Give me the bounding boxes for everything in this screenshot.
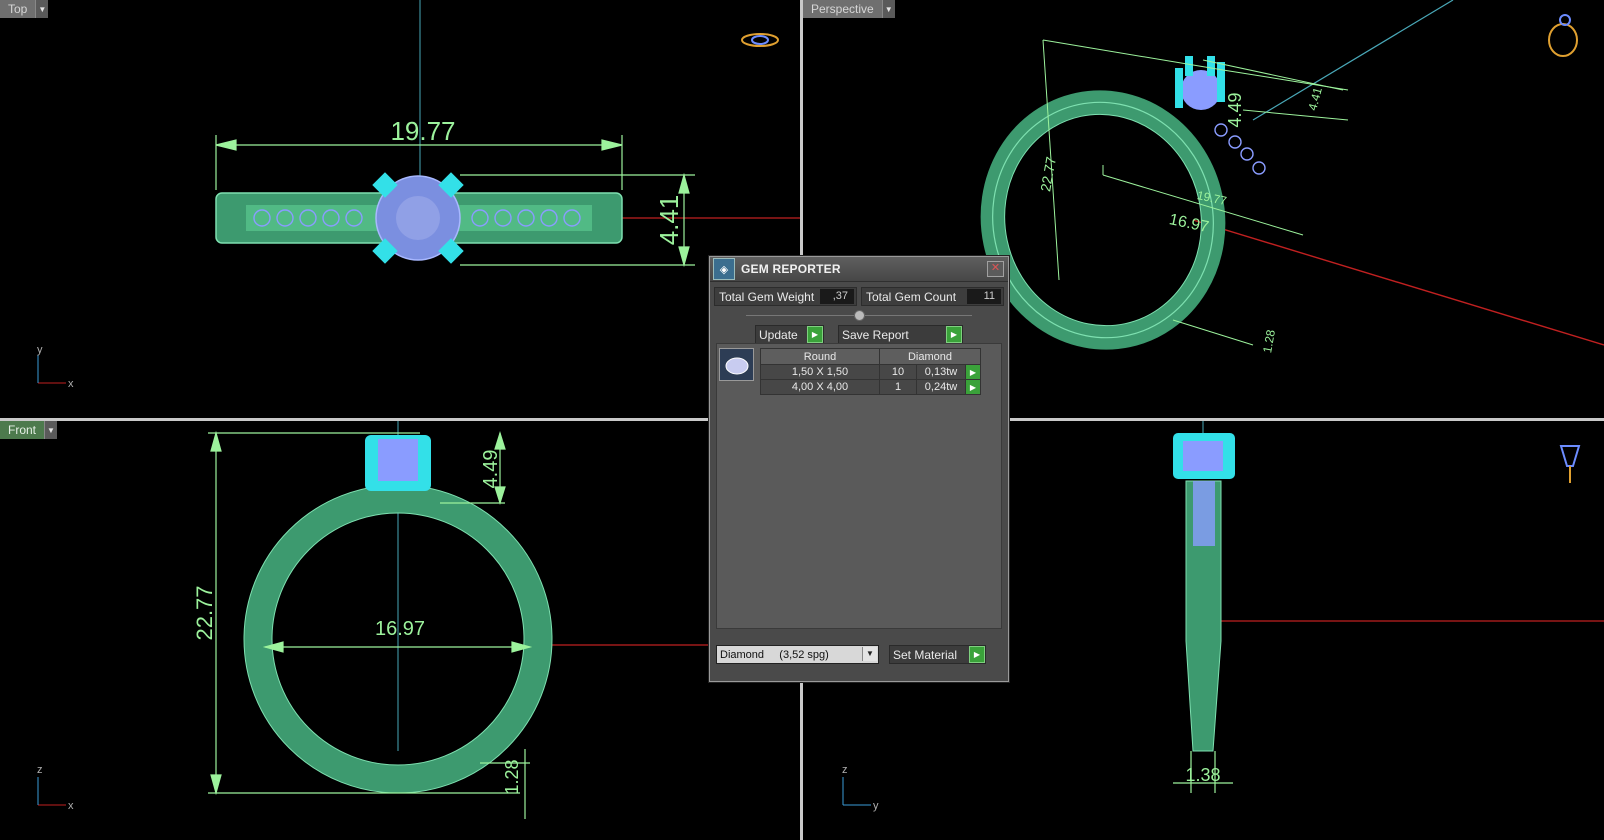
ring-perspective-icon [1548,14,1578,57]
viewport-name: Perspective [803,0,882,18]
gem-reporter-icon: ◈ [713,258,735,280]
viewport-name: Front [0,421,45,439]
viewport-name: Top [0,0,36,18]
dim-inner-label: 16.97 [375,618,425,640]
gem-weight: 0,24tw [916,379,966,395]
update-button-label: Update [759,327,798,342]
column-header-material: Diamond [879,348,981,365]
ring-side-icon [1559,445,1581,483]
window-titlebar[interactable]: ◈ GEM REPORTER ✕ [710,257,1008,282]
gem-weight: 0,13tw [916,364,966,380]
chevron-down-icon[interactable]: ▼ [35,0,49,18]
collapse-knob-icon[interactable] [853,310,865,321]
dim-band-label: 1.28 [502,759,522,794]
dim-top-label: 4.41 [1305,86,1325,112]
update-button[interactable]: Update ▶ [755,325,824,344]
chevron-down-icon[interactable]: ▼ [44,421,58,439]
gem-size: 1,50 X 1,50 [760,364,880,380]
axis-z-label: z [37,764,43,776]
table-row[interactable]: 4,00 X 4,00 1 0,24tw ▶ [760,379,981,395]
column-header-shape: Round [760,348,880,365]
axis-y-label: y [37,344,43,356]
viewport-top[interactable]: Top ▼ 19.77 4.41 y x [0,0,800,418]
total-gem-weight-value: ,37 [820,289,854,304]
axis-x-label: x [68,800,74,812]
dim-prong-label: 4.49 [480,450,502,489]
dim-height-label: 22.77 [192,585,217,640]
top-view-drawing: 19.77 4.41 y x [37,0,800,390]
dim-band-label: 1.38 [1185,765,1220,785]
row-arrow-icon[interactable]: ▶ [965,364,981,380]
total-gem-count-label: Total Gem Count [866,289,957,304]
gem-reporter-window[interactable]: ◈ GEM REPORTER ✕ Total Gem Weight ,37 To… [709,256,1009,682]
front-view-drawing: 22.77 16.97 4.49 1.28 z x [37,421,800,819]
viewport-front-label[interactable]: Front ▼ [0,421,58,439]
total-gem-weight-label: Total Gem Weight [719,289,815,304]
panel-collapse-handle[interactable] [746,310,972,321]
gem-table: Round Diamond 1,50 X 1,50 10 0,13tw ▶ 4,… [760,348,981,395]
viewport-perspective-label[interactable]: Perspective ▼ [803,0,895,18]
gem-count: 1 [879,379,917,395]
round-gem-thumbnail[interactable] [719,348,754,381]
dim-prong-label: 4.49 [1225,92,1245,127]
material-select-value: Diamond (3,52 spg) [720,648,829,661]
set-material-button-label: Set Material [893,647,958,662]
total-gem-weight: Total Gem Weight ,37 [714,287,857,306]
play-arrow-icon[interactable]: ▶ [969,646,985,663]
set-material-button[interactable]: Set Material ▶ [889,645,986,664]
dim-height-label: 22.77 [1037,155,1059,192]
dim-height-label: 4.41 [654,195,684,246]
save-report-button[interactable]: Save Report ▶ [838,325,963,344]
dim-band-label: 1.28 [1260,328,1278,354]
material-select[interactable]: Diamond (3,52 spg) ▼ [716,645,879,664]
dim-width-label: 19.77 [390,116,455,146]
row-arrow-icon[interactable]: ▶ [965,379,981,395]
gem-count: 10 [879,364,917,380]
viewport-top-label[interactable]: Top ▼ [0,0,49,18]
close-icon[interactable]: ✕ [987,261,1004,277]
ring-orientation-icon [741,33,779,47]
axis-y-label: y [873,800,879,812]
play-arrow-icon[interactable]: ▶ [807,326,823,343]
axis-x-label: x [68,378,74,390]
gem-list-panel: Round Diamond 1,50 X 1,50 10 0,13tw ▶ 4,… [716,343,1002,629]
table-row[interactable]: 1,50 X 1,50 10 0,13tw ▶ [760,364,981,380]
total-gem-count-value: 11 [967,289,1001,304]
save-report-button-label: Save Report [842,327,909,342]
chevron-down-icon[interactable]: ▼ [881,0,895,18]
gem-size: 4,00 X 4,00 [760,379,880,395]
total-gem-count: Total Gem Count 11 [861,287,1004,306]
play-arrow-icon[interactable]: ▶ [946,326,962,343]
chevron-down-icon[interactable]: ▼ [862,647,877,661]
viewport-front[interactable]: Front ▼ 22.77 16.97 4.49 1.28 z x [0,421,800,840]
axis-z-label: z [842,764,848,776]
window-title: GEM REPORTER [741,262,841,276]
